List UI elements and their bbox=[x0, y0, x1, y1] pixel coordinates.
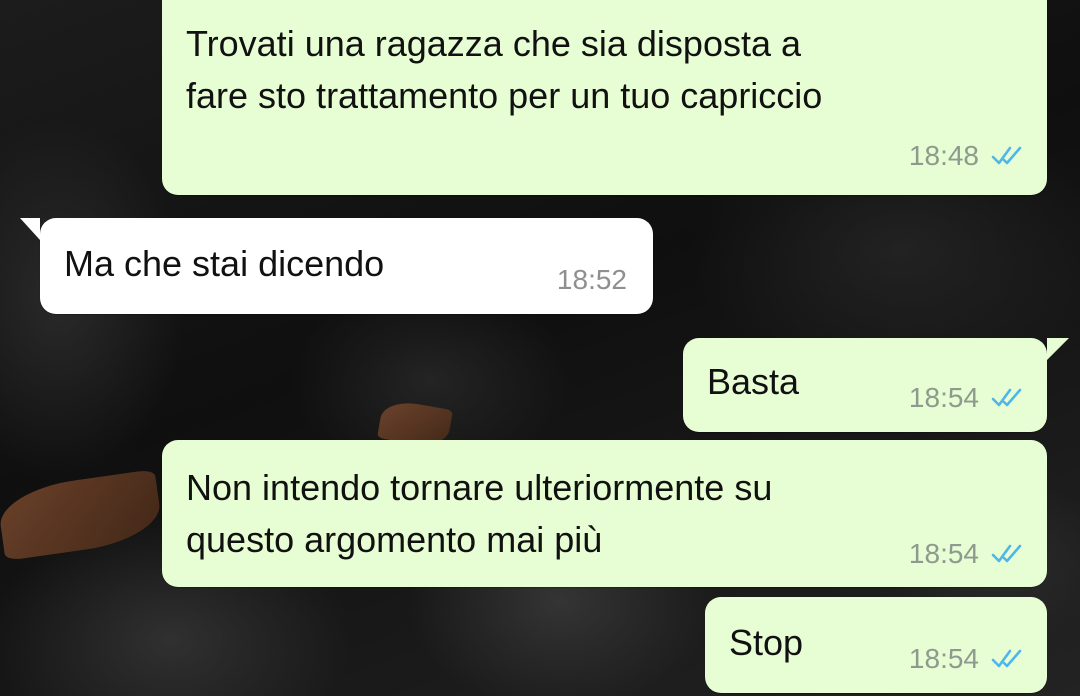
double-check-read-icon bbox=[991, 146, 1022, 165]
message-text: Trovati una ragazza che sia disposta a f… bbox=[186, 23, 823, 116]
double-check-read-icon bbox=[991, 388, 1022, 407]
message-text: Stop bbox=[729, 622, 804, 663]
message-meta: 18:54 bbox=[909, 643, 1025, 675]
message-bubble-outgoing[interactable]: Basta 18:54 bbox=[683, 338, 1069, 432]
message-bubble-incoming[interactable]: Ma che stai dicendo 18:52 bbox=[20, 218, 653, 314]
message-time: 18:54 bbox=[908, 643, 979, 674]
message-meta: 18:54 bbox=[909, 382, 1025, 414]
message-meta: 18:48 bbox=[909, 140, 1025, 172]
message-bubble-outgoing[interactable]: Trovati una ragazza che sia disposta a f… bbox=[162, 0, 1047, 195]
message-text: Ma che stai dicendo bbox=[64, 243, 385, 284]
message-meta: 18:52 bbox=[557, 264, 627, 296]
message-text: Non intendo tornare ulteriormente su que… bbox=[186, 467, 773, 560]
message-bubble-outgoing[interactable]: Stop 18:54 bbox=[705, 597, 1047, 693]
message-time: 18:52 bbox=[556, 264, 627, 295]
double-check-read-icon bbox=[991, 544, 1022, 563]
message-time: 18:54 bbox=[908, 538, 979, 569]
message-text: Basta bbox=[707, 361, 800, 402]
double-check-read-icon bbox=[991, 649, 1022, 668]
message-meta: 18:54 bbox=[909, 538, 1025, 570]
leaf-decoration bbox=[0, 469, 165, 561]
message-time: 18:48 bbox=[908, 140, 979, 171]
message-time: 18:54 bbox=[908, 382, 979, 413]
message-bubble-outgoing[interactable]: Non intendo tornare ulteriormente su que… bbox=[162, 440, 1047, 587]
